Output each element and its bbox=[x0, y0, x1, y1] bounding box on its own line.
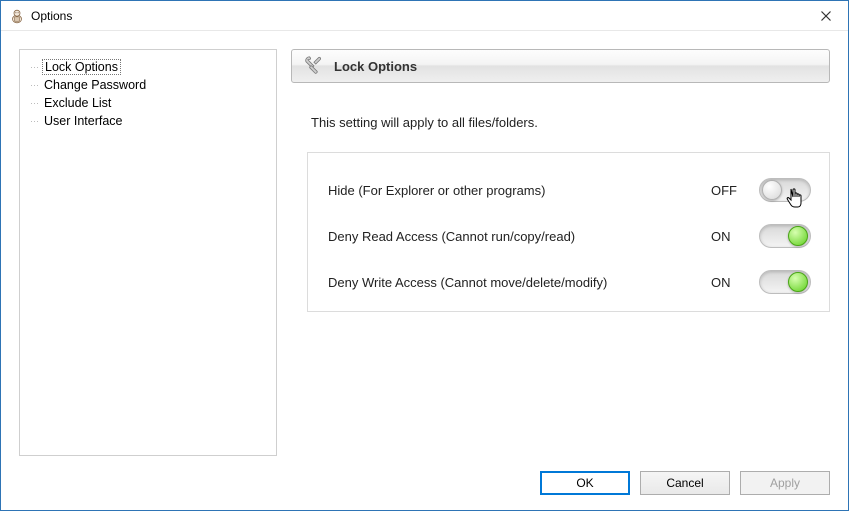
setting-label: Deny Write Access (Cannot move/delete/mo… bbox=[328, 275, 711, 290]
tools-icon bbox=[302, 54, 324, 79]
setting-label: Hide (For Explorer or other programs) bbox=[328, 183, 711, 198]
cancel-button[interactable]: Cancel bbox=[640, 471, 730, 495]
toggle-hide[interactable] bbox=[759, 178, 811, 202]
setting-row-hide: Hide (For Explorer or other programs) OF… bbox=[328, 167, 811, 213]
tree-connector-icon: ⋯ bbox=[30, 80, 38, 91]
options-dialog: Options ⋯ Lock Options ⋯ Change Password… bbox=[0, 0, 849, 511]
panel-description: This setting will apply to all files/fol… bbox=[291, 83, 830, 130]
tree-connector-icon: ⋯ bbox=[30, 116, 38, 127]
close-button[interactable] bbox=[803, 2, 848, 30]
toggle-knob bbox=[788, 272, 808, 292]
dialog-body: ⋯ Lock Options ⋯ Change Password ⋯ Exclu… bbox=[1, 31, 848, 456]
panel-title: Lock Options bbox=[334, 59, 417, 74]
settings-group: Hide (For Explorer or other programs) OF… bbox=[307, 152, 830, 312]
nav-item-label: Lock Options bbox=[42, 59, 121, 75]
button-bar: OK Cancel Apply bbox=[1, 456, 848, 510]
apply-button[interactable]: Apply bbox=[740, 471, 830, 495]
setting-state: OFF bbox=[711, 183, 759, 198]
tree-connector-icon: ⋯ bbox=[30, 98, 38, 109]
toggle-deny-read[interactable] bbox=[759, 224, 811, 248]
nav-item-change-password[interactable]: ⋯ Change Password bbox=[30, 76, 270, 94]
panel-header: Lock Options bbox=[291, 49, 830, 83]
nav-item-label: Exclude List bbox=[42, 96, 113, 110]
content-panel: Lock Options This setting will apply to … bbox=[291, 49, 830, 456]
nav-item-label: Change Password bbox=[42, 78, 148, 92]
setting-state: ON bbox=[711, 275, 759, 290]
nav-item-lock-options[interactable]: ⋯ Lock Options bbox=[30, 58, 270, 76]
nav-item-label: User Interface bbox=[42, 114, 125, 128]
setting-row-deny-write: Deny Write Access (Cannot move/delete/mo… bbox=[328, 259, 811, 305]
close-icon bbox=[821, 11, 831, 21]
nav-item-exclude-list[interactable]: ⋯ Exclude List bbox=[30, 94, 270, 112]
setting-state: ON bbox=[711, 229, 759, 244]
toggle-knob bbox=[762, 180, 782, 200]
setting-label: Deny Read Access (Cannot run/copy/read) bbox=[328, 229, 711, 244]
window-title: Options bbox=[31, 9, 72, 23]
nav-panel: ⋯ Lock Options ⋯ Change Password ⋯ Exclu… bbox=[19, 49, 277, 456]
app-icon bbox=[9, 8, 25, 24]
setting-row-deny-read: Deny Read Access (Cannot run/copy/read) … bbox=[328, 213, 811, 259]
ok-button[interactable]: OK bbox=[540, 471, 630, 495]
toggle-deny-write[interactable] bbox=[759, 270, 811, 294]
toggle-knob bbox=[788, 226, 808, 246]
nav-item-user-interface[interactable]: ⋯ User Interface bbox=[30, 112, 270, 130]
tree-connector-icon: ⋯ bbox=[30, 62, 38, 73]
titlebar: Options bbox=[1, 1, 848, 31]
